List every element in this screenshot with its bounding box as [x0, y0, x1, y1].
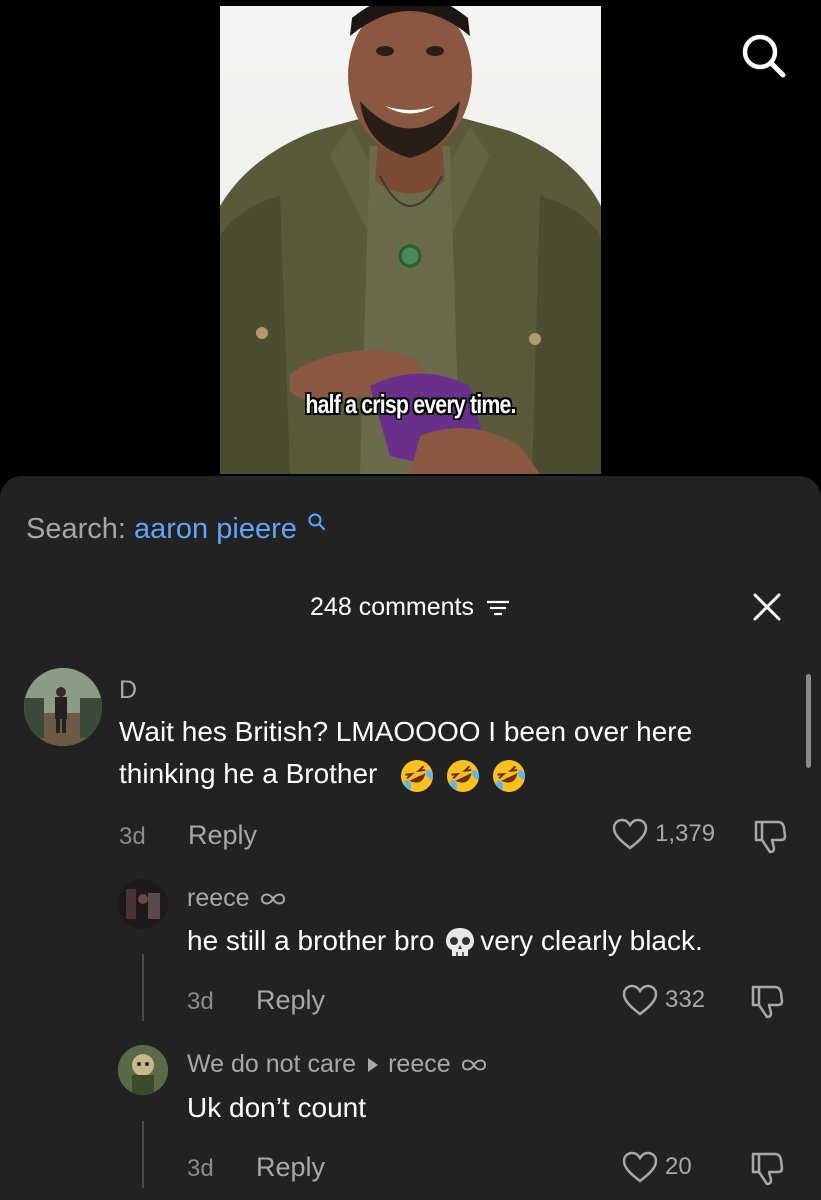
- heart-icon: [622, 984, 658, 1016]
- sort-filter-icon[interactable]: [485, 598, 511, 618]
- search-icon[interactable]: [738, 30, 788, 80]
- like-count: 332: [665, 986, 706, 1013]
- comment-time: 3d: [119, 823, 146, 850]
- comment-username[interactable]: D: [119, 675, 137, 705]
- reply-button[interactable]: Reply: [256, 985, 325, 1016]
- thread-line: [142, 1121, 144, 1188]
- comment-time: 3d: [187, 988, 214, 1015]
- like-button[interactable]: 332: [621, 983, 705, 1017]
- thread-line: [142, 954, 144, 1021]
- like-button[interactable]: 20: [621, 1150, 692, 1184]
- search-mini-icon: [308, 513, 326, 531]
- dislike-icon[interactable]: [750, 818, 788, 854]
- comments-sheet: Search: aaron pieere 248 comments D Wait…: [0, 476, 821, 1200]
- dislike-icon[interactable]: [747, 983, 785, 1019]
- video-player[interactable]: half a crisp every time.: [0, 0, 821, 476]
- scrollbar[interactable]: [806, 674, 811, 768]
- comment-text: Uk don’t count: [187, 1092, 366, 1123]
- infinity-icon: [461, 1059, 486, 1071]
- avatar[interactable]: [118, 879, 168, 929]
- avatar[interactable]: [118, 1045, 168, 1095]
- reply-button[interactable]: Reply: [188, 820, 257, 851]
- heart-icon: [612, 818, 648, 850]
- like-button[interactable]: 1,379: [611, 817, 715, 851]
- search-term-link[interactable]: aaron pieere: [134, 513, 297, 545]
- comment-text-line: Wait hes British? LMAOOOO I been over he…: [119, 716, 693, 747]
- comment-text-fragment: he still a brother bro: [187, 925, 435, 956]
- comment-username[interactable]: reece: [187, 883, 289, 913]
- skull-emoji-icon: [446, 927, 475, 956]
- comments-count: 248 comments: [310, 593, 474, 621]
- comment-text-fragment: very clearly black.: [480, 925, 703, 956]
- video-caption: half a crisp every time.: [305, 389, 516, 419]
- search-prefix: Search:: [26, 513, 126, 545]
- reply-to-username[interactable]: reece: [388, 1050, 451, 1078]
- reply-arrow-icon: [368, 1058, 379, 1073]
- like-count: 20: [665, 1153, 692, 1180]
- avatar-image: [118, 1045, 168, 1095]
- comment-username-text: We do not care: [187, 1050, 357, 1078]
- avatar-image: [118, 879, 168, 929]
- video-frame[interactable]: half a crisp every time.: [220, 6, 601, 474]
- comments-header: 248 comments: [0, 590, 821, 624]
- comment-time: 3d: [187, 1155, 214, 1182]
- reply-button[interactable]: Reply: [256, 1152, 325, 1183]
- comment-text-fragment: thinking he a Brother: [119, 758, 378, 789]
- dislike-icon[interactable]: [747, 1150, 785, 1186]
- comment-username[interactable]: We do not care reece: [187, 1049, 490, 1079]
- comment-text: Wait hes British? LMAOOOO I been over he…: [119, 711, 692, 795]
- infinity-icon: [260, 893, 285, 905]
- comment-text: he still a brother bro very clearly blac…: [187, 920, 703, 962]
- avatar-image: [24, 668, 102, 746]
- rofl-emoji-icon: [446, 759, 479, 792]
- close-icon[interactable]: [750, 590, 784, 624]
- rofl-emoji-icon: [400, 759, 433, 792]
- comment-text-line: thinking he a Brother: [119, 753, 692, 795]
- comment-username-text: reece: [187, 884, 250, 912]
- rofl-emoji-icon: [492, 759, 525, 792]
- avatar[interactable]: [24, 668, 102, 746]
- heart-icon: [622, 1151, 658, 1183]
- like-count: 1,379: [655, 820, 716, 847]
- search-suggestion[interactable]: Search: aaron pieere: [26, 512, 327, 546]
